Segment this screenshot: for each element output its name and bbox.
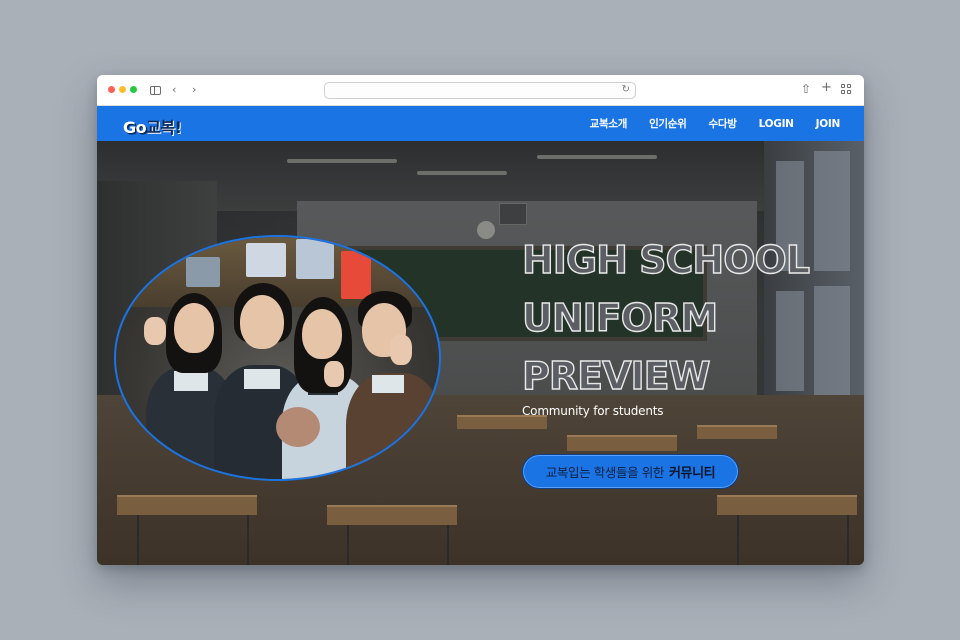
address-bar[interactable]: ↻: [324, 82, 636, 99]
logo-text: 교복!: [146, 118, 182, 137]
sidebar-icon[interactable]: [150, 86, 161, 95]
logo-go: Go: [123, 118, 147, 137]
hero-subtitle: Community for students: [522, 404, 664, 418]
teddy-bear: [276, 407, 320, 447]
back-icon[interactable]: ‹: [172, 83, 176, 97]
browser-window: ‹ › ↻ ⇧ + Go교복! 교복소개 인기순위 수다방 LOGIN JOIN: [97, 75, 864, 565]
forward-icon[interactable]: ›: [192, 83, 196, 97]
tab-overview-icon[interactable]: [841, 84, 851, 94]
nav-login[interactable]: LOGIN: [759, 118, 794, 130]
browser-toolbar: ‹ › ↻ ⇧ +: [97, 75, 864, 106]
nav-uniform-intro[interactable]: 교복소개: [590, 116, 628, 131]
hero-title: HIGH SCHOOL UNIFORM PREVIEW: [521, 237, 810, 398]
site-logo[interactable]: Go교복!: [123, 114, 182, 138]
main-nav: 교복소개 인기순위 수다방 LOGIN JOIN: [568, 106, 841, 141]
minimize-window-button[interactable]: [119, 86, 126, 93]
close-window-button[interactable]: [108, 86, 115, 93]
cta-prefix: 교복입는 학생들을 위한: [545, 465, 665, 480]
hero-section: HIGH SCHOOL UNIFORM PREVIEW Community fo…: [97, 141, 864, 565]
new-tab-icon[interactable]: +: [821, 81, 832, 95]
nav-chat-room[interactable]: 수다방: [709, 116, 737, 131]
cta-emphasis: 커뮤니티: [668, 466, 716, 481]
reload-icon[interactable]: ↻: [622, 84, 630, 95]
zoom-window-button[interactable]: [130, 86, 137, 93]
speaker: [499, 203, 527, 225]
window-controls: [108, 86, 137, 93]
wall-clock: [477, 221, 495, 239]
share-icon[interactable]: ⇧: [801, 82, 811, 96]
nav-popular-ranking[interactable]: 인기순위: [649, 116, 687, 131]
nav-join[interactable]: JOIN: [816, 118, 841, 130]
site-header: Go교복! 교복소개 인기순위 수다방 LOGIN JOIN: [97, 106, 864, 141]
community-cta-button[interactable]: 교복입는 학생들을 위한 커뮤니티: [522, 454, 739, 489]
students-photo: [114, 235, 441, 481]
